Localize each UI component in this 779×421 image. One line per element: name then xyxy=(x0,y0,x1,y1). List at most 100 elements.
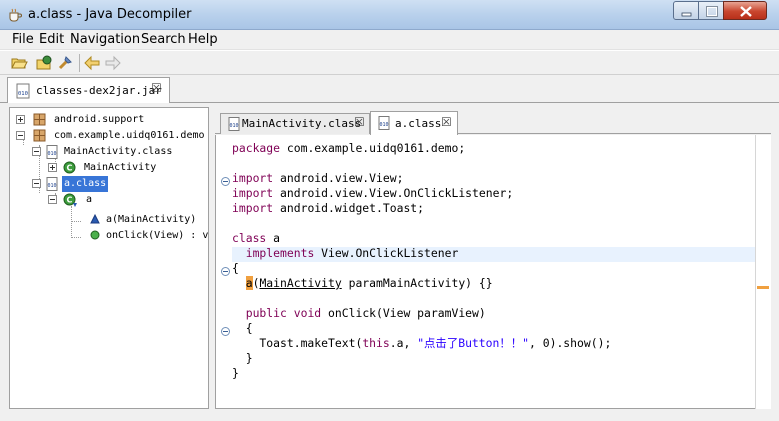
class-file-icon: 010 xyxy=(378,116,390,130)
code-line: implements View.OnClickListener xyxy=(245,246,459,260)
occurrence-marker[interactable] xyxy=(757,286,769,289)
open-file-icon[interactable] xyxy=(10,54,28,72)
expand-icon[interactable] xyxy=(16,115,25,124)
toolbar-separator xyxy=(79,54,80,72)
svg-text:010: 010 xyxy=(230,123,239,129)
menu-edit[interactable]: Edit xyxy=(39,32,64,47)
main-area: android.support com.example.uidq0161.dem… xyxy=(0,103,779,421)
maximize-button[interactable] xyxy=(698,1,724,20)
search-icon[interactable] xyxy=(56,54,74,72)
editor-gutter xyxy=(216,135,232,408)
collapse-icon[interactable] xyxy=(16,131,25,140)
type-link: MainActivity xyxy=(259,276,342,290)
tab-mainactivity-class[interactable]: 010 MainActivity.class ☒ xyxy=(220,113,370,134)
tree-item-label: a.class xyxy=(62,176,109,192)
open-type-icon[interactable] xyxy=(35,54,53,72)
tree-item-mainactivity[interactable]: C MainActivity xyxy=(48,160,208,176)
tree-item-label: com.example.uidq0161.demo xyxy=(54,130,205,141)
close-tab-icon[interactable]: ☒ xyxy=(354,115,365,129)
tree-item-mainactivity-class[interactable]: 010 MainActivity.class xyxy=(32,144,207,160)
code-line: Toast.makeText(this.a, "点击了Button！！", 0)… xyxy=(232,336,612,350)
tab-label: MainActivity.class xyxy=(242,117,362,130)
coffee-cup-icon xyxy=(9,8,22,22)
svg-text:010: 010 xyxy=(48,151,57,157)
method-icon xyxy=(90,230,100,240)
tree-item-label: android.support xyxy=(54,114,145,125)
menu-navigation[interactable]: Navigation xyxy=(70,32,140,47)
fold-toggle-icon[interactable] xyxy=(221,267,230,276)
tree-item-label: onClick(View) : v xyxy=(106,230,209,241)
close-tab-icon[interactable]: ☒ xyxy=(151,81,162,95)
tree-item-onclick[interactable]: onClick(View) : v xyxy=(90,228,209,244)
code-line: a(MainActivity paramMainActivity) {} xyxy=(245,276,493,290)
code-line: } xyxy=(232,366,239,380)
close-tab-icon[interactable]: ☒ xyxy=(441,115,452,129)
class-icon: C xyxy=(63,193,77,207)
code-line: import android.view.View.OnClickListener… xyxy=(232,186,514,200)
code-line: } xyxy=(232,351,253,365)
collapse-icon[interactable] xyxy=(48,195,57,204)
constructor-icon xyxy=(90,214,100,224)
tab-label: a.class xyxy=(395,117,442,130)
close-button[interactable] xyxy=(723,1,767,20)
window-title: a.class - Java Decompiler xyxy=(28,7,192,22)
tree-guide xyxy=(71,206,72,238)
tab-classes-dex2jar[interactable]: 010 classes-dex2jar.jar ☒ xyxy=(7,77,170,104)
occurrence-mark: a xyxy=(245,276,253,290)
menu-search[interactable]: Search xyxy=(141,32,186,47)
code-editor[interactable]: package com.example.uidq0161.demo; impor… xyxy=(215,135,755,409)
tree-item-demo-package[interactable]: com.example.uidq0161.demo xyxy=(16,128,208,144)
forward-arrow-icon[interactable] xyxy=(104,54,122,72)
code-line: public void onClick(View paramView) xyxy=(245,306,486,320)
fold-toggle-icon[interactable] xyxy=(221,177,230,186)
overview-ruler[interactable] xyxy=(755,135,771,409)
tree-item-label: MainActivity xyxy=(84,162,157,173)
tab-label: classes-dex2jar.jar xyxy=(36,84,162,97)
svg-text:010: 010 xyxy=(380,122,389,128)
class-file-icon: 010 xyxy=(228,117,240,131)
code-line: import android.widget.Toast; xyxy=(232,201,425,215)
code-line: { xyxy=(232,261,239,275)
svg-text:C: C xyxy=(67,196,73,205)
close-icon xyxy=(740,6,752,17)
fold-toggle-icon[interactable] xyxy=(221,327,230,336)
tree-item-a[interactable]: C a xyxy=(48,192,208,208)
title-bar: a.class - Java Decompiler xyxy=(0,0,779,30)
package-tree[interactable]: android.support com.example.uidq0161.dem… xyxy=(9,107,209,409)
tree-item-label: MainActivity.class xyxy=(64,146,173,157)
code-line: class a xyxy=(232,231,281,245)
tree-item-android-support[interactable]: android.support xyxy=(16,112,206,128)
collapse-icon[interactable] xyxy=(32,179,41,188)
tab-a-class[interactable]: 010 a.class ☒ xyxy=(370,111,458,135)
class-file-icon: 010 xyxy=(46,145,58,159)
menu-file[interactable]: File xyxy=(12,32,34,47)
toolbar xyxy=(0,51,779,75)
jar-file-icon: 010 xyxy=(16,83,30,99)
svg-text:C: C xyxy=(67,164,73,173)
minimize-icon xyxy=(681,12,692,17)
tree-item-constructor[interactable]: a(MainActivity) xyxy=(90,212,208,228)
tree-guide xyxy=(71,221,81,222)
archive-tab-strip: 010 classes-dex2jar.jar ☒ xyxy=(0,75,779,104)
code-line: import android.view.View; xyxy=(232,171,404,185)
back-arrow-icon[interactable] xyxy=(83,54,101,72)
menu-help[interactable]: Help xyxy=(188,32,218,47)
code-line: { xyxy=(232,321,253,335)
tree-item-label: a xyxy=(86,194,93,205)
maximize-icon xyxy=(706,6,718,17)
package-icon xyxy=(33,129,46,142)
tree-item-label: a(MainActivity) xyxy=(106,214,197,225)
svg-text:010: 010 xyxy=(18,91,28,97)
expand-icon[interactable] xyxy=(48,163,57,172)
menu-bar: File Edit Navigation Search Help xyxy=(0,30,779,50)
minimize-button[interactable] xyxy=(673,1,699,20)
code-line: package com.example.uidq0161.demo; xyxy=(232,141,466,155)
class-file-icon: 010 xyxy=(46,177,58,191)
class-icon: C xyxy=(63,161,76,174)
svg-text:010: 010 xyxy=(48,183,57,189)
package-icon xyxy=(33,113,46,126)
collapse-icon[interactable] xyxy=(32,147,41,156)
tree-item-a-class[interactable]: 010 a.class xyxy=(32,176,207,192)
editor-tab-strip: 010 MainActivity.class ☒ 010 a.class ☒ xyxy=(215,107,771,135)
tree-guide xyxy=(71,237,81,238)
